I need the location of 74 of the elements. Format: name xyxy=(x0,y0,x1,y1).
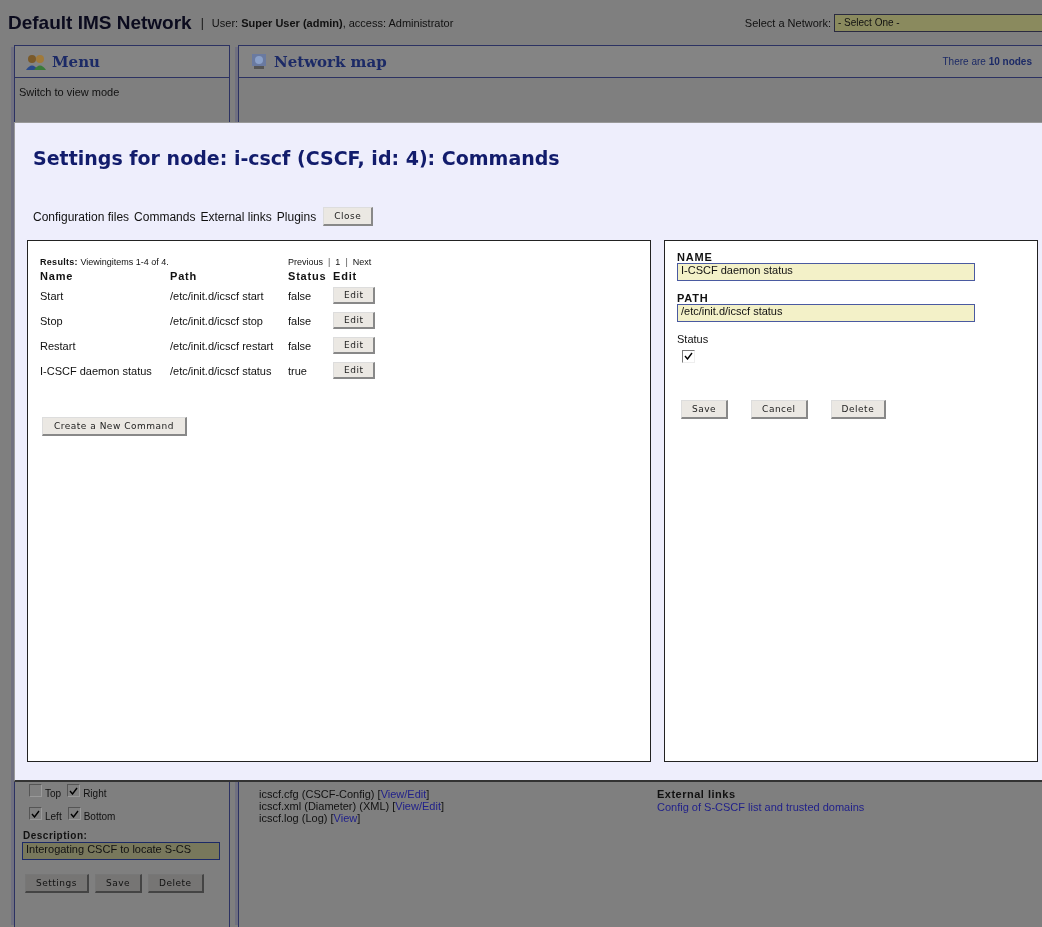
table-cell: false xyxy=(288,333,333,358)
column-header: Status xyxy=(288,269,333,283)
check-icon xyxy=(69,809,79,818)
file-entry: icscf.cfg (CSCF-Config) [View/Edit] xyxy=(259,788,431,800)
button[interactable]: Save xyxy=(94,874,142,893)
tab[interactable]: Plugins xyxy=(276,209,317,224)
edit-button[interactable]: Edit xyxy=(333,362,376,379)
table-cell: /etc/init.d/icscf stop xyxy=(170,308,288,333)
people-icon xyxy=(26,53,46,70)
checkbox-label: Bottom xyxy=(83,811,116,822)
column-header: Path xyxy=(170,269,288,283)
menu-item[interactable]: Switch to view mode xyxy=(19,86,225,98)
table-cell: true xyxy=(288,358,333,383)
check-icon xyxy=(69,786,79,795)
field-label: PATH xyxy=(677,292,710,304)
panel-title: Menu xyxy=(52,52,100,71)
checkbox[interactable] xyxy=(29,807,42,820)
tab[interactable]: Configuration files xyxy=(33,209,130,224)
column-header: Edit xyxy=(333,269,358,283)
checkbox[interactable] xyxy=(67,807,81,820)
table-cell: Restart xyxy=(40,333,170,358)
edit-button[interactable]: Edit xyxy=(333,337,376,354)
table-cell: /etc/init.d/icscf status xyxy=(170,358,288,383)
table-cell: /etc/init.d/icscf restart xyxy=(170,333,288,358)
close-button[interactable]: Close xyxy=(323,207,374,226)
checkbox[interactable] xyxy=(67,784,81,797)
dialog-title: Settings for node: i-cscf (CSCF, id: 4): Commands xyxy=(33,147,561,169)
table-cell: false xyxy=(288,308,333,333)
field-label: NAME xyxy=(677,251,714,263)
create-button[interactable]: Create a New Command xyxy=(42,417,187,436)
field-label: Status xyxy=(677,333,710,345)
pager-separator: | xyxy=(345,257,348,267)
checkbox-label: Left xyxy=(45,811,62,822)
table-cell: false xyxy=(288,283,333,308)
table-cell: /etc/init.d/icscf start xyxy=(170,283,288,308)
button[interactable]: Settings xyxy=(25,874,89,893)
file-entry: icscf.xml (Diameter) (XML) [View/Edit] xyxy=(259,800,445,812)
pager-separator: | xyxy=(328,257,331,267)
text-field[interactable]: I-CSCF daemon status xyxy=(677,263,975,281)
node-count: There are 10 nodes xyxy=(942,56,1032,67)
file-entry: icscf.log (Log) [View] xyxy=(259,812,362,824)
button[interactable]: Delete xyxy=(148,874,204,893)
network-label: Select a Network: xyxy=(744,16,831,29)
panel-title: Network map xyxy=(274,52,387,71)
checkbox-label: Right xyxy=(83,788,107,799)
button[interactable]: Save xyxy=(681,400,729,419)
edit-button[interactable]: Edit xyxy=(333,287,376,304)
check-icon xyxy=(684,352,693,360)
separator: | xyxy=(200,15,204,30)
edit-button[interactable]: Edit xyxy=(333,312,376,329)
table-cell: Stop xyxy=(40,308,170,333)
section-title: External links xyxy=(657,788,737,800)
user-info: User: Super User (admin), access: Administrator xyxy=(211,16,454,29)
column-header: Name xyxy=(40,269,170,283)
pager-link[interactable]: 1 xyxy=(335,257,341,267)
checkbox-label: Top xyxy=(45,788,62,799)
pager-link[interactable]: Previous xyxy=(288,257,323,267)
results-summary: Results: Viewingitems 1-4 of 4. xyxy=(40,257,170,267)
tab[interactable]: Commands xyxy=(134,209,196,224)
description-field[interactable]: Interogating CSCF to locate S-CS xyxy=(22,842,220,860)
tab[interactable]: External links xyxy=(200,209,272,224)
field-label: Description: xyxy=(23,830,89,841)
computer-icon xyxy=(250,53,268,70)
table-cell: Start xyxy=(40,283,170,308)
table-cell: I-CSCF daemon status xyxy=(40,358,170,383)
button[interactable]: Cancel xyxy=(751,400,808,419)
text-field[interactable]: /etc/init.d/icscf status xyxy=(677,304,975,322)
pager-link[interactable]: Next xyxy=(352,257,372,267)
button[interactable]: Delete xyxy=(830,400,887,419)
check-icon xyxy=(31,809,40,818)
network-select[interactable]: - Select One - xyxy=(834,13,1042,32)
checkbox[interactable] xyxy=(682,349,695,363)
checkbox[interactable] xyxy=(29,784,42,797)
app-title: Default IMS Network xyxy=(8,11,192,34)
